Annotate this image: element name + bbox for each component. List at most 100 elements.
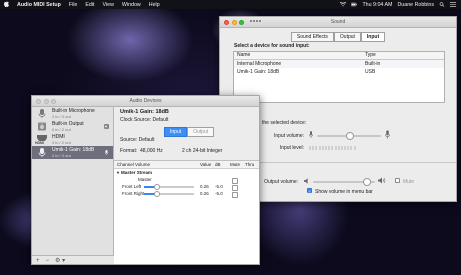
column-channel-volume: Channel Volume: [117, 162, 151, 167]
apple-menu-icon[interactable]: [0, 0, 13, 9]
settings-menu-button[interactable]: ⚙ ▾: [55, 257, 65, 264]
mute-checkbox[interactable]: [395, 178, 400, 183]
device-name: Umik-1 Gain: 18dB: [237, 69, 280, 75]
volume-knob[interactable]: [154, 191, 160, 197]
mute-checkbox[interactable]: [232, 191, 238, 198]
detail-device-name: Umik-1 Gain: 18dB: [120, 109, 169, 115]
microphone-icon: [38, 109, 46, 118]
volume-track[interactable]: [156, 186, 194, 188]
channel-name: Front Left: [122, 184, 142, 189]
device-channels: 0 in / 2 out: [52, 127, 71, 132]
source-field[interactable]: Source: Default: [120, 137, 154, 143]
hdmi-badge: HDMI: [35, 141, 44, 145]
show-all-grid-icon[interactable]: [250, 19, 261, 22]
minimize-icon[interactable]: [231, 19, 237, 25]
zoom-icon[interactable]: [239, 19, 244, 25]
speaker-high-icon: [378, 177, 386, 184]
channel-db: -5.0: [215, 184, 223, 189]
mic-high-icon: [385, 130, 390, 139]
column-db: dB: [215, 162, 221, 167]
tab-input[interactable]: Input: [164, 127, 188, 137]
view-menu[interactable]: View: [99, 2, 118, 8]
zoom-icon[interactable]: [51, 98, 56, 104]
battery-icon[interactable]: [351, 2, 358, 7]
device-channels: 2 in / 0 out: [52, 114, 71, 119]
notification-list-icon[interactable]: [450, 2, 456, 7]
table-row[interactable]: Front Right 0.26 -5.0: [114, 190, 259, 198]
audio-window-title: Audio Devices: [129, 98, 162, 104]
table-header: Channel Volume Value dB Mute Thru: [114, 161, 259, 169]
window-menu[interactable]: Window: [118, 2, 145, 8]
table-row[interactable]: Internal Microphone Built-in: [234, 60, 444, 68]
device-item-umik[interactable]: Umik-1 Gain: 18dB 2 in / 0 out: [32, 146, 113, 159]
selected-device-label: the selected device:: [262, 120, 307, 126]
disclosure-triangle-icon[interactable]: ▼: [116, 169, 120, 176]
menu-bar: Audio MIDI Setup File Edit View Window H…: [0, 0, 461, 9]
device-sidebar: Built-in Microphone 2 in / 0 out Built-i…: [32, 107, 114, 255]
edit-menu[interactable]: Edit: [81, 2, 98, 8]
speaker-icon: [38, 122, 46, 131]
minimize-icon[interactable]: [43, 98, 49, 104]
tab-output[interactable]: Output: [333, 32, 361, 42]
show-volume-label: Show volume in menu bar: [315, 189, 373, 195]
channel-name: Master: [138, 177, 152, 182]
device-detail-pane: Umik-1 Gain: 18dB Clock Source: Default …: [114, 107, 259, 264]
output-volume-knob[interactable]: [362, 178, 371, 186]
input-level-meter: [309, 146, 356, 150]
user-name[interactable]: Duane Robbins: [397, 2, 434, 8]
table-row[interactable]: Umik-1 Gain: 18dB USB: [234, 68, 444, 76]
tab-input[interactable]: Input: [360, 32, 386, 42]
close-icon[interactable]: [36, 98, 41, 104]
mic-low-icon: [309, 131, 313, 138]
clock-source[interactable]: Clock Source: Default: [120, 117, 168, 123]
device-item-builtin-output[interactable]: Built-in Output 0 in / 2 out: [32, 120, 113, 133]
usb-microphone-icon: [38, 148, 46, 157]
close-icon[interactable]: [224, 19, 229, 25]
speaker-default-icon: [104, 124, 109, 129]
volume-track[interactable]: [156, 193, 194, 195]
device-item-builtin-microphone[interactable]: Built-in Microphone 2 in / 0 out: [32, 107, 113, 120]
channel-db: -5.0: [215, 191, 223, 196]
sound-tabs: Sound Effects Output Input: [220, 32, 456, 42]
table-row-group[interactable]: ▼ Master Stream: [114, 169, 259, 176]
table-empty-space: [234, 76, 444, 102]
input-volume-knob[interactable]: [346, 132, 354, 140]
device-type: Built-in: [365, 61, 381, 67]
channel-volume-table: Channel Volume Value dB Mute Thru ▼ Mast…: [114, 160, 259, 264]
add-device-button[interactable]: +: [36, 258, 40, 264]
device-item-hdmi[interactable]: HDMI HDMI 0 in / 2 out: [32, 133, 113, 146]
sound-window-title: Sound: [330, 19, 346, 25]
remove-device-button[interactable]: −: [46, 258, 50, 264]
column-type-header[interactable]: Type: [363, 52, 444, 59]
io-tabs: Input Output: [164, 127, 215, 137]
device-type: USB: [365, 69, 376, 75]
wifi-icon[interactable]: [340, 2, 347, 7]
column-thru: Thru: [245, 162, 255, 167]
channel-value: 0.26: [200, 184, 209, 189]
tab-sound-effects[interactable]: Sound Effects: [290, 32, 334, 42]
format-rate[interactable]: 48,000 Hz: [140, 148, 163, 154]
hdmi-port-icon: [37, 135, 47, 141]
table-row[interactable]: Front Left 0.26 -5.0: [114, 183, 259, 191]
column-name-header[interactable]: Name: [234, 52, 363, 59]
tab-output[interactable]: Output: [187, 127, 215, 137]
channel-name: Front Right: [122, 191, 145, 196]
device-channels: 2 in / 0 out: [52, 153, 71, 158]
search-icon[interactable]: [439, 2, 445, 7]
audio-devices-window: Audio Devices Built-in Microphone 2 in /…: [31, 95, 260, 265]
clock[interactable]: Thu 9:04 AM: [362, 2, 392, 8]
mute-label: Mute: [403, 179, 415, 185]
app-menu[interactable]: Audio MIDI Setup: [13, 2, 65, 8]
show-volume-checkbox[interactable]: ✓: [307, 188, 312, 194]
format-label: Format:: [120, 148, 138, 154]
input-device-table: Name Type Internal Microphone Built-in U…: [233, 51, 445, 103]
speaker-low-icon: [304, 178, 308, 184]
file-menu[interactable]: File: [65, 2, 82, 8]
sidebar-toolbar: + − ⚙ ▾: [32, 255, 117, 264]
channel-value: 0.26: [200, 191, 209, 196]
format-bits[interactable]: 2 ch 24-bit Integer: [182, 148, 222, 154]
help-menu[interactable]: Help: [145, 2, 164, 8]
column-mute: Mute: [230, 162, 241, 167]
sound-titlebar: Sound: [220, 17, 456, 28]
table-row[interactable]: Master: [114, 176, 259, 184]
